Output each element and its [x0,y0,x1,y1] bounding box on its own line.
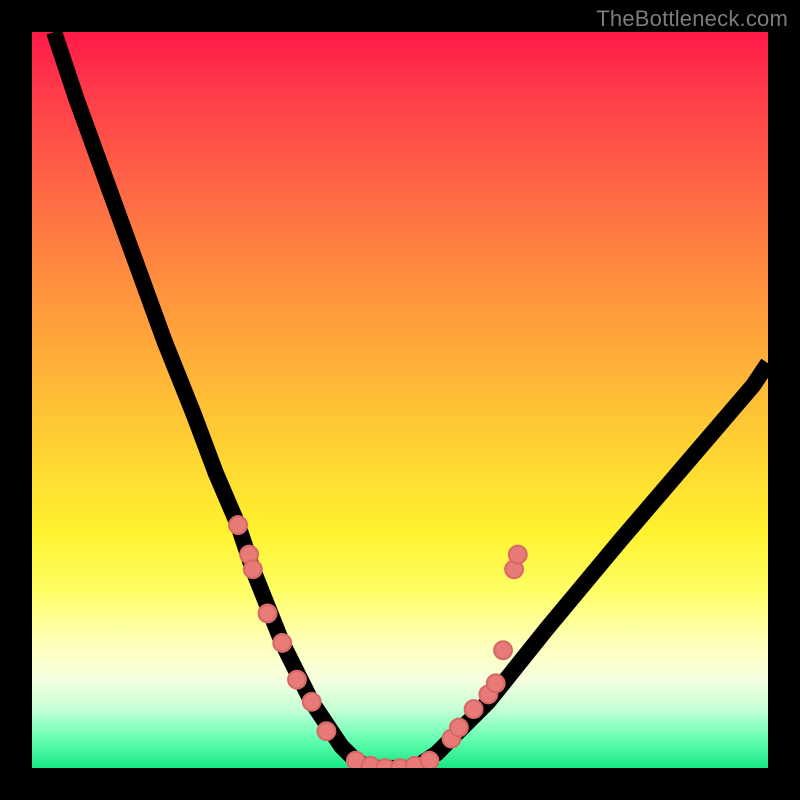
curve-marker [303,693,321,711]
chart-svg [32,32,768,768]
curve-marker [244,560,262,578]
curve-marker [509,546,527,564]
curve-marker [487,675,505,693]
curve-marker [421,752,439,768]
plot-area [32,32,768,768]
bottleneck-curve [54,32,768,768]
curve-marker [273,634,291,652]
curve-marker [318,722,336,740]
curve-marker [450,719,468,737]
watermark-text: TheBottleneck.com [596,6,788,32]
curve-marker [259,605,277,623]
curve-marker [288,671,306,689]
chart-frame: TheBottleneck.com [0,0,800,800]
curve-markers [229,516,526,768]
curve-marker [229,516,247,534]
curve-marker [494,641,512,659]
curve-marker [465,700,483,718]
